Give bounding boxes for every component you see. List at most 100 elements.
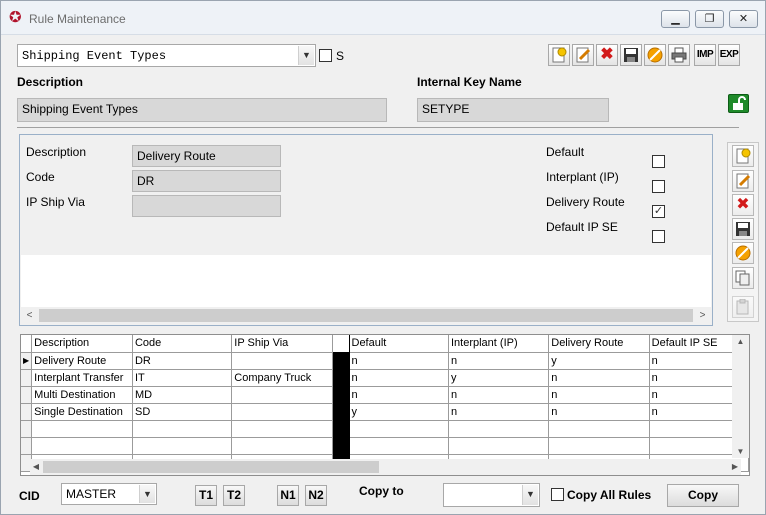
grid-header-cell[interactable]: Interplant (IP) [448,335,550,353]
grid-scroll-thumb[interactable] [43,461,379,473]
grid-header-cell[interactable]: Description [31,335,133,353]
grid-scroll-down-icon[interactable]: ▼ [732,447,749,456]
description-field[interactable]: Shipping Event Types [17,98,387,122]
cid-select-value: MASTER [66,487,117,501]
table-row[interactable]: ▶ Delivery Route DR n n y n [21,352,749,370]
copy-to-label: Copy to [359,484,404,498]
empty-cell [31,437,133,455]
grid-cell[interactable]: Single Destination [31,403,133,421]
grid-cell[interactable]: Company Truck [231,369,333,387]
detail-horizontal-scrollbar[interactable]: < > [21,307,711,324]
delete-record-button[interactable]: ✖ [596,44,618,66]
n2-button[interactable]: N2 [305,485,327,506]
grid-cell[interactable]: n [548,386,650,404]
grid-cell[interactable] [231,352,333,370]
table-row[interactable]: Single Destination SD y n n n [21,403,749,421]
interplant-checkbox[interactable] [652,180,665,193]
chevron-down-icon[interactable]: ▼ [298,46,314,65]
grid-cell[interactable]: n [349,386,449,404]
grid-cell[interactable] [231,386,333,404]
cancel-button[interactable] [644,44,666,66]
rule-type-select[interactable]: Shipping Event Types ▼ [17,44,316,67]
internal-key-field[interactable]: SETYPE [417,98,609,122]
grid-cell[interactable]: n [448,403,550,421]
new-record-button[interactable] [548,44,570,66]
chevron-down-icon[interactable]: ▼ [522,485,538,505]
side-delete-button[interactable]: ✖ [732,194,754,216]
print-button[interactable] [668,44,690,66]
edit-icon [736,173,751,189]
side-copy-button[interactable] [732,267,754,289]
grid-header-cell[interactable]: Default [349,335,449,353]
grid-cell[interactable]: Interplant Transfer [31,369,133,387]
grid-header-cell[interactable]: Delivery Route [548,335,650,353]
grid-horizontal-scrollbar[interactable]: ◀ ▶ [30,459,741,475]
grid-header-row: Description Code IP Ship Via Default Int… [21,335,749,353]
t1-button[interactable]: T1 [195,485,217,506]
s-checkbox[interactable] [319,49,332,62]
chevron-down-icon[interactable]: ▼ [139,485,155,503]
delivery-route-checkbox[interactable]: ✓ [652,205,665,218]
cancel-icon [735,245,751,261]
cid-select[interactable]: MASTER ▼ [61,483,157,505]
title-bar[interactable]: ✪ Rule Maintenance ▁ ❐ ✕ [1,1,765,35]
grid-scroll-right-icon[interactable]: ▶ [729,459,741,475]
grid-cell[interactable]: n [349,352,449,370]
detail-description-field[interactable]: Delivery Route [132,145,281,167]
grid-cell[interactable]: SD [132,403,233,421]
side-save-button[interactable] [732,218,754,240]
grid-scroll-up-icon[interactable]: ▲ [732,337,749,346]
grid-scroll-left-icon[interactable]: ◀ [30,459,42,475]
grid-cell[interactable]: Multi Destination [31,386,133,404]
detail-ip-ship-via-field[interactable] [132,195,281,217]
copy-all-rules-checkbox[interactable] [551,488,564,501]
grid-header-cell[interactable]: IP Ship Via [231,335,333,353]
grid-cell[interactable]: MD [132,386,233,404]
t2-button[interactable]: T2 [223,485,245,506]
minimize-button[interactable]: ▁ [661,10,690,28]
export-button[interactable]: EXP [718,44,740,66]
default-checkbox[interactable] [652,155,665,168]
n1-button[interactable]: N1 [277,485,299,506]
grid-cell[interactable]: DR [132,352,233,370]
grid-vertical-scrollbar[interactable]: ▲ ▼ [732,335,749,458]
grid-cell[interactable]: n [548,369,650,387]
description-label: Description [17,75,84,89]
grid-cell[interactable]: n [548,403,650,421]
grid-cell[interactable]: n [448,352,550,370]
table-row[interactable]: Multi Destination MD n n n n [21,386,749,404]
unlock-icon[interactable] [728,94,749,113]
side-cancel-button[interactable] [732,242,754,264]
scroll-right-icon[interactable]: > [694,307,711,324]
grid-cell[interactable]: IT [132,369,233,387]
save-record-button[interactable] [620,44,642,66]
detail-code-field[interactable]: DR [132,170,281,192]
detail-scroll-thumb[interactable] [39,309,693,322]
grid-cell[interactable]: y [548,352,650,370]
copy-button[interactable]: Copy [667,484,739,507]
grid-cell[interactable]: Delivery Route [31,352,133,370]
delivery-route-label: Delivery Route [546,195,625,209]
empty-cell [349,420,449,438]
close-button[interactable]: ✕ [729,10,758,28]
grid-cell[interactable] [231,403,333,421]
side-new-button[interactable] [732,145,754,167]
grid-cell[interactable]: y [448,369,550,387]
copy-to-select[interactable]: ▼ [443,483,540,507]
scroll-left-icon[interactable]: < [21,307,38,324]
restore-button[interactable]: ❐ [695,10,724,28]
copy-icon [735,270,750,286]
grid-cell[interactable]: y [349,403,449,421]
grid-cell[interactable]: n [349,369,449,387]
default-ip-se-checkbox[interactable] [652,230,665,243]
side-paste-button[interactable] [732,296,754,318]
side-edit-button[interactable] [732,170,754,192]
import-button[interactable]: IMP [694,44,716,66]
edit-record-button[interactable] [572,44,594,66]
empty-cell [132,420,233,438]
table-row[interactable]: Interplant Transfer IT Company Truck n y… [21,369,749,387]
grid-spacer-cell [332,403,350,421]
grid-header-cell[interactable]: Code [132,335,233,353]
empty-row [21,420,749,438]
grid-cell[interactable]: n [448,386,550,404]
